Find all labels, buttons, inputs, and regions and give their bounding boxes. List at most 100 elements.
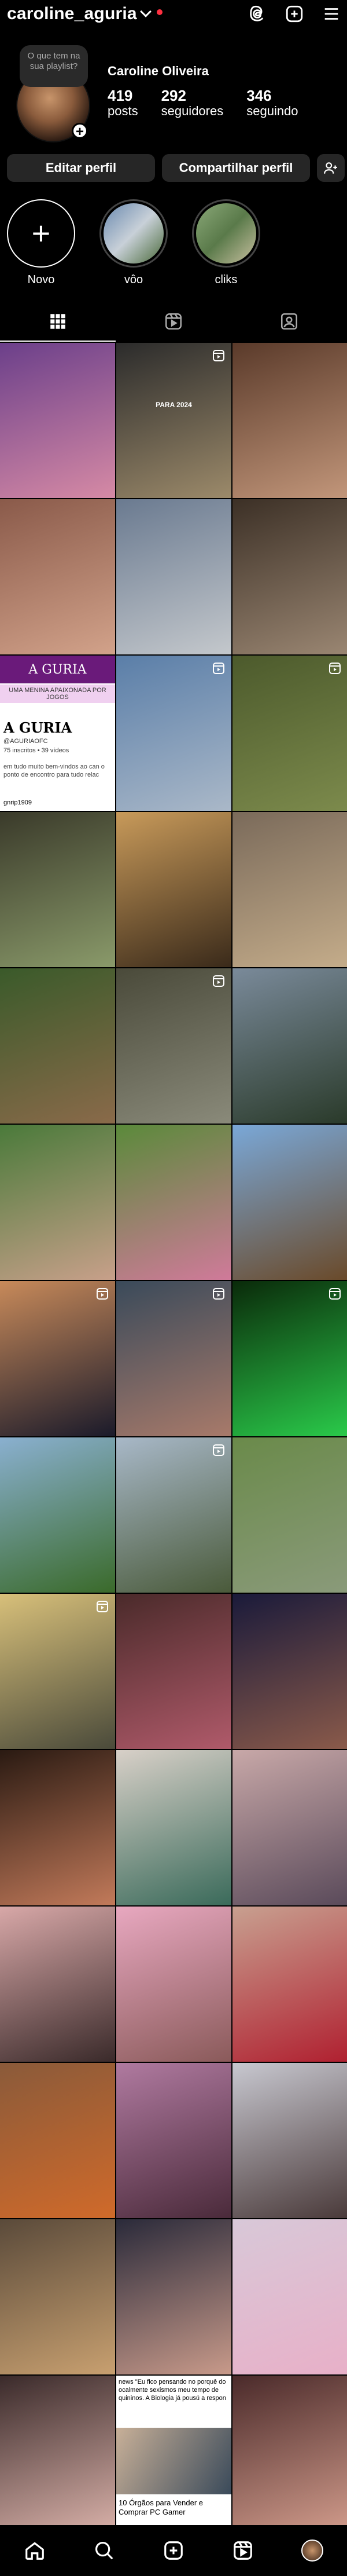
- post-thumbnail[interactable]: [0, 1594, 115, 1749]
- post-thumbnail[interactable]: [0, 1750, 115, 1905]
- grid-icon: [50, 314, 65, 329]
- post-thumbnail[interactable]: [116, 1594, 231, 1749]
- reels-icon[interactable]: [232, 2540, 254, 2562]
- reel-badge-icon: [97, 1288, 108, 1300]
- post-thumbnail[interactable]: A GURIA UMA MENINA APAIXONADA POR JOGOS …: [0, 656, 115, 811]
- highlight-label: cliks: [215, 273, 238, 286]
- post-thumbnail[interactable]: [0, 968, 115, 1124]
- post-thumbnail[interactable]: [232, 1125, 347, 1280]
- post-thumbnail[interactable]: news "Eu fico pensando no porquê do ocal…: [116, 2376, 231, 2531]
- reel-badge-icon: [213, 975, 224, 987]
- display-name: Caroline Oliveira: [108, 64, 209, 78]
- stat-label: seguidores: [161, 104, 224, 118]
- news-title: 10 Órgãos para Vender e Comprar PC Gamer: [119, 2498, 203, 2516]
- bottom-nav: [0, 2525, 347, 2576]
- stat-value: 419: [108, 87, 133, 104]
- reel-badge-icon: [213, 350, 224, 361]
- reel-badge-icon: [329, 663, 341, 674]
- post-thumbnail[interactable]: [116, 968, 231, 1124]
- stat-value: 292: [161, 87, 186, 104]
- post-thumbnail[interactable]: [116, 812, 231, 967]
- post-thumbnail[interactable]: [0, 1281, 115, 1436]
- post-thumbnail[interactable]: [0, 343, 115, 498]
- post-thumbnail[interactable]: [232, 2219, 347, 2374]
- post-thumbnail[interactable]: [116, 1907, 231, 2062]
- stat-followers[interactable]: 292 seguidores: [161, 87, 224, 118]
- story-highlights: + Novo vôo cliks: [7, 199, 260, 287]
- reel-badge-icon: [213, 1444, 224, 1456]
- post-thumbnail[interactable]: [232, 1594, 347, 1749]
- tab-reels[interactable]: [116, 301, 231, 342]
- notification-dot: [156, 9, 163, 15]
- post-thumbnail[interactable]: [232, 499, 347, 654]
- post-thumbnail[interactable]: [116, 2219, 231, 2374]
- post-thumbnail[interactable]: [232, 968, 347, 1124]
- post-thumbnail[interactable]: [232, 2376, 347, 2531]
- highlight-voo[interactable]: vôo: [99, 199, 168, 287]
- post-thumbnail[interactable]: [116, 1750, 231, 1905]
- top-bar: caroline_aguria: [0, 0, 347, 28]
- tab-tagged[interactable]: [231, 301, 347, 342]
- plus-square-icon[interactable]: [285, 4, 304, 24]
- reel-badge-icon: [213, 663, 224, 674]
- edit-profile-button[interactable]: Editar perfil: [7, 154, 155, 182]
- guria-counts: 75 inscritos • 39 vídeos: [3, 747, 69, 754]
- create-icon[interactable]: [163, 2540, 184, 2562]
- post-thumbnail[interactable]: [232, 2063, 347, 2218]
- post-thumbnail[interactable]: PARA 2024: [116, 343, 231, 498]
- post-thumbnail[interactable]: [232, 1437, 347, 1593]
- reel-badge-icon: [97, 1601, 108, 1612]
- guria-description: em tudo muito bem-vindos ao can o ponto …: [3, 763, 105, 778]
- post-thumbnail[interactable]: [232, 1907, 347, 2062]
- menu-icon[interactable]: [322, 4, 341, 24]
- stat-following[interactable]: 346 seguindo: [246, 87, 298, 118]
- post-thumbnail[interactable]: [0, 1125, 115, 1280]
- chevron-down-icon[interactable]: [139, 6, 152, 17]
- plus-icon: +: [31, 215, 51, 251]
- news-image: [116, 2428, 231, 2494]
- post-thumbnail[interactable]: [0, 1437, 115, 1593]
- post-thumbnail[interactable]: [116, 656, 231, 811]
- stat-posts[interactable]: 419 posts: [108, 87, 138, 118]
- stats-row: 419 posts 292 seguidores 346 seguindo: [108, 87, 298, 118]
- post-thumbnail[interactable]: [116, 1125, 231, 1280]
- post-thumbnail[interactable]: [232, 343, 347, 498]
- guria-big-title: A GURIA: [3, 719, 72, 736]
- search-icon[interactable]: [93, 2540, 115, 2562]
- highlight-label: vôo: [124, 273, 143, 286]
- post-thumbnail[interactable]: [116, 2063, 231, 2218]
- add-story-icon[interactable]: +: [72, 123, 88, 140]
- highlight-new[interactable]: + Novo: [7, 199, 75, 287]
- profile-avatar[interactable]: [301, 2540, 323, 2562]
- posts-grid: PARA 2024 A GURIA UMA MENINA APAIXONADA …: [0, 343, 347, 2576]
- post-thumbnail[interactable]: [0, 2219, 115, 2374]
- post-thumbnail[interactable]: [0, 1907, 115, 2062]
- post-thumbnail[interactable]: [232, 1750, 347, 1905]
- post-thumbnail[interactable]: [232, 812, 347, 967]
- news-headline: news "Eu fico pensando no porquê do ocal…: [119, 2379, 226, 2402]
- username[interactable]: caroline_aguria: [7, 4, 137, 24]
- guria-handle: @AGURIAOFC: [3, 738, 48, 745]
- guria-band: A GURIA: [0, 656, 115, 683]
- profile-actions: Editar perfil Compartilhar perfil: [7, 154, 345, 182]
- home-icon[interactable]: [24, 2540, 46, 2562]
- post-thumbnail[interactable]: [0, 2063, 115, 2218]
- threads-icon[interactable]: [248, 4, 267, 24]
- post-thumbnail[interactable]: [116, 1437, 231, 1593]
- note-bubble[interactable]: O que tem na sua playlist?: [20, 45, 88, 87]
- stat-value: 346: [246, 87, 272, 104]
- tab-grid[interactable]: [0, 301, 116, 342]
- post-thumbnail[interactable]: [232, 656, 347, 811]
- post-thumbnail[interactable]: [0, 812, 115, 967]
- stat-label: seguindo: [246, 104, 298, 118]
- highlight-cliks[interactable]: cliks: [192, 199, 260, 287]
- highlight-cover: [104, 203, 164, 264]
- post-thumbnail[interactable]: [116, 1281, 231, 1436]
- post-thumbnail[interactable]: [0, 2376, 115, 2531]
- post-thumbnail[interactable]: [116, 499, 231, 654]
- post-thumbnail[interactable]: [232, 1281, 347, 1436]
- add-user-button[interactable]: [317, 154, 345, 182]
- share-profile-button[interactable]: Compartilhar perfil: [162, 154, 310, 182]
- post-thumbnail[interactable]: [0, 499, 115, 654]
- profile-header: + O que tem na sua playlist? Caroline Ol…: [0, 35, 347, 151]
